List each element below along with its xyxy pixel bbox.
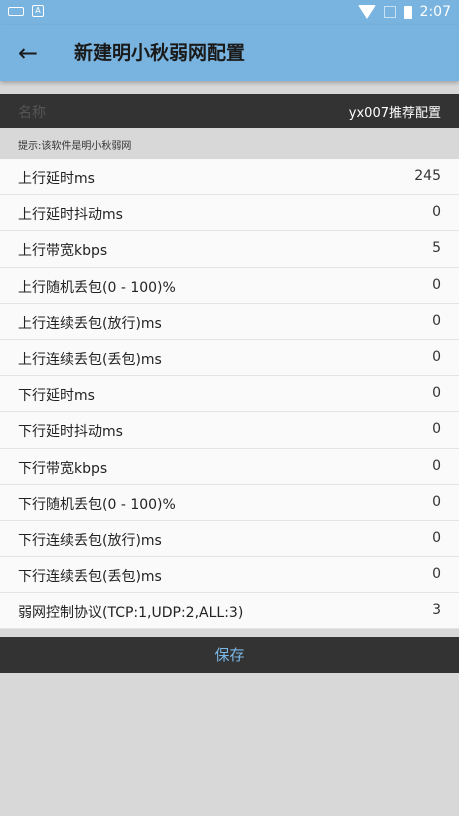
settings-list: 上行延时ms 245 上行延时抖动ms 0 上行带宽kbps 5 上行随机丢包(…	[0, 159, 459, 630]
setting-row-down-bandwidth[interactable]: 下行带宽kbps 0	[0, 449, 459, 485]
setting-value[interactable]: 0	[432, 421, 441, 437]
setting-value[interactable]: 0	[432, 313, 441, 329]
no-signal-icon	[383, 6, 396, 18]
setting-row-down-random-loss[interactable]: 下行随机丢包(0 - 100)% 0	[0, 485, 459, 521]
setting-label: 上行连续丢包(丢包)ms	[18, 351, 162, 368]
setting-label: 下行延时ms	[18, 388, 95, 405]
setting-value[interactable]: 0	[432, 494, 441, 510]
back-arrow-icon[interactable]: ←	[14, 39, 42, 67]
setting-label: 下行延时抖动ms	[18, 424, 123, 441]
setting-row-up-delay[interactable]: 上行延时ms 245	[0, 159, 459, 196]
notification-icon: A	[32, 5, 44, 17]
setting-row-up-burst-pass[interactable]: 上行连续丢包(放行)ms 0	[0, 304, 459, 340]
status-bar: A 2:07	[0, 0, 459, 25]
setting-row-up-burst-drop[interactable]: 上行连续丢包(丢包)ms 0	[0, 340, 459, 377]
setting-value[interactable]: 0	[432, 277, 441, 293]
setting-label: 上行连续丢包(放行)ms	[18, 315, 162, 332]
config-name-row[interactable]: 名称 yx007推荐配置	[0, 94, 459, 128]
setting-value[interactable]: 0	[432, 349, 441, 365]
setting-label: 下行带宽kbps	[18, 460, 108, 477]
setting-label: 上行延时抖动ms	[18, 207, 123, 224]
save-button[interactable]: 保存	[0, 637, 459, 673]
setting-label: 下行连续丢包(丢包)ms	[18, 569, 162, 586]
setting-row-down-jitter[interactable]: 下行延时抖动ms 0	[0, 412, 459, 449]
setting-row-down-burst-drop[interactable]: 下行连续丢包(丢包)ms 0	[0, 557, 459, 594]
setting-value[interactable]: 0	[432, 204, 441, 220]
setting-label: 上行随机丢包(0 - 100)%	[18, 279, 176, 296]
config-name-value[interactable]: yx007推荐配置	[349, 102, 441, 121]
hint-text: 提示:该软件是明小秋弱网	[18, 141, 132, 152]
setting-value[interactable]: 0	[432, 566, 441, 582]
app-bar: ← 新建明小秋弱网配置	[0, 25, 459, 81]
config-name-label: 名称	[18, 105, 46, 121]
hint-text-bar: 提示:该软件是明小秋弱网	[0, 128, 459, 159]
setting-value[interactable]: 245	[414, 168, 441, 184]
setting-value[interactable]: 0	[432, 385, 441, 401]
setting-row-down-burst-pass[interactable]: 下行连续丢包(放行)ms 0	[0, 521, 459, 558]
setting-label: 弱网控制协议(TCP:1,UDP:2,ALL:3)	[18, 605, 244, 622]
setting-label: 上行延时ms	[18, 171, 95, 187]
setting-value[interactable]: 3	[432, 602, 441, 618]
setting-label: 下行连续丢包(放行)ms	[18, 532, 162, 549]
setting-row-down-delay[interactable]: 下行延时ms 0	[0, 376, 459, 413]
setting-value[interactable]: 5	[432, 240, 441, 256]
page-title: 新建明小秋弱网配置	[74, 42, 246, 64]
status-time: 2:07	[419, 4, 451, 20]
setting-row-up-random-loss[interactable]: 上行随机丢包(0 - 100)% 0	[0, 268, 459, 304]
setting-label: 下行随机丢包(0 - 100)%	[18, 496, 176, 513]
wifi-icon	[357, 5, 376, 19]
setting-value[interactable]: 0	[432, 530, 441, 546]
setting-row-up-jitter[interactable]: 上行延时抖动ms 0	[0, 195, 459, 232]
setting-row-protocol[interactable]: 弱网控制协议(TCP:1,UDP:2,ALL:3) 3	[0, 593, 459, 630]
battery-icon	[403, 5, 412, 19]
keyboard-icon	[8, 6, 24, 16]
setting-value[interactable]: 0	[432, 458, 441, 474]
setting-row-up-bandwidth[interactable]: 上行带宽kbps 5	[0, 231, 459, 268]
setting-label: 上行带宽kbps	[18, 243, 108, 260]
